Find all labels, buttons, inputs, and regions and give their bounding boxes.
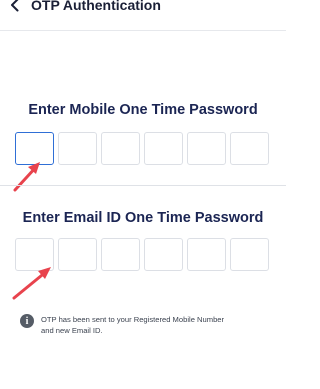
otp-sent-message: OTP has been sent to your Registered Mob… [41,314,281,336]
email-otp-digit-3[interactable] [101,238,140,271]
mobile-otp-title: Enter Mobile One Time Password [28,102,258,118]
email-otp-digit-2[interactable] [58,238,97,271]
annotation-arrow-icon [13,162,40,192]
section-divider [0,185,286,186]
email-otp-title: Enter Email ID One Time Password [22,210,264,226]
top-app-bar: OTP Authentication [0,0,286,31]
mobile-otp-digit-6[interactable] [230,132,269,165]
info-icon: i [20,314,34,328]
mobile-otp-digit-4[interactable] [144,132,183,165]
email-otp-digit-6[interactable] [230,238,269,271]
mobile-otp-digit-5[interactable] [187,132,226,165]
email-otp-digit-4[interactable] [144,238,183,271]
otp-sent-line-2: and new Email ID. [41,326,103,335]
page-title: OTP Authentication [31,0,161,13]
back-button[interactable] [4,0,26,16]
mobile-otp-row [15,132,271,166]
annotation-arrow-icon [12,267,51,300]
otp-sent-line-1: OTP has been sent to your Registered Mob… [41,315,225,324]
mobile-otp-digit-3[interactable] [101,132,140,165]
mobile-otp-digit-2[interactable] [58,132,97,165]
chevron-left-icon [11,0,19,12]
email-otp-digit-5[interactable] [187,238,226,271]
